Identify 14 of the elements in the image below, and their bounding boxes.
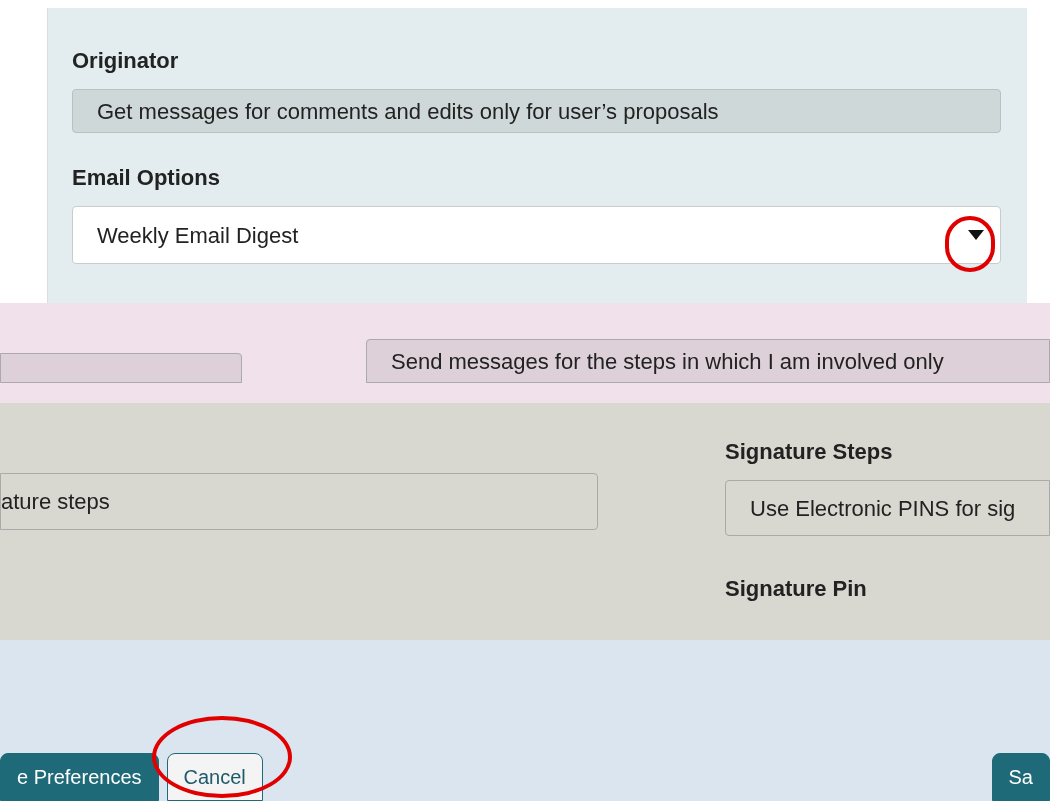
caret-icon (968, 230, 984, 240)
dropdown[interactable]: Send messages for the steps in which I am involved only (366, 339, 1050, 383)
dropdown-value: Weekly Email Digest (97, 221, 299, 250)
field-label: Originator (72, 47, 180, 75)
field-label: Email Options (72, 164, 221, 192)
primary-button[interactable]: e Preferences (0, 753, 159, 801)
field-label: Signature Pin (725, 575, 868, 603)
primary-button[interactable]: Sa (991, 753, 1050, 801)
dropdown[interactable]: Use Electronic PINS for sig (725, 480, 1050, 536)
dropdown[interactable]: Weekly Email Digest (72, 206, 1001, 264)
read-only-field: Get messages for comments and edits only for user’s proposals (72, 89, 1001, 133)
cancel-button[interactable]: Cancel (166, 753, 263, 801)
dropdown[interactable]: ature steps (0, 473, 598, 530)
field-label: Signature Steps (725, 438, 894, 466)
